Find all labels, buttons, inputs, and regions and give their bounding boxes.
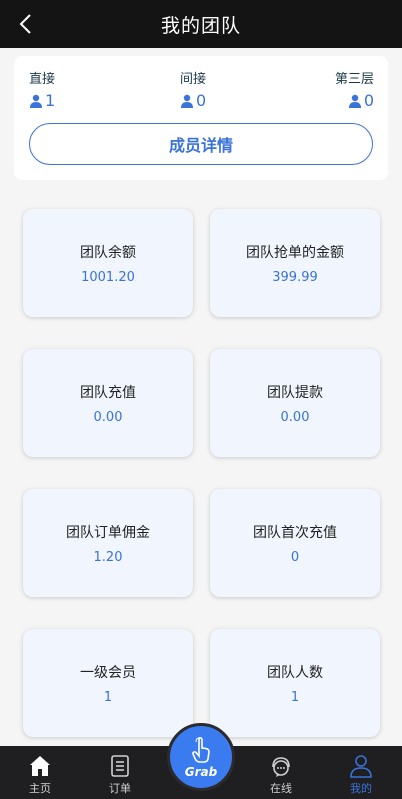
tab-mine-label: 我的 xyxy=(350,782,372,795)
stat-direct-label: 直接 xyxy=(29,72,56,87)
stat-indirect: 间接 0 xyxy=(180,68,206,110)
tab-orders[interactable]: 订单 xyxy=(90,746,150,799)
person-icon xyxy=(348,94,361,108)
order-list-icon xyxy=(111,755,129,777)
card-label: 团队充值 xyxy=(80,384,136,401)
card-team-balance: 团队余额 1001.20 xyxy=(23,209,193,317)
stat-direct: 直接 1 xyxy=(29,68,55,110)
home-icon xyxy=(30,756,50,776)
card-value: 1.20 xyxy=(93,549,123,565)
card-label: 团队余额 xyxy=(80,244,136,261)
card-label: 团队人数 xyxy=(267,664,323,681)
stat-third-value: 0 xyxy=(363,91,374,110)
card-team-withdraw: 团队提款 0.00 xyxy=(210,349,380,457)
grab-label: Grab xyxy=(184,764,218,779)
card-value: 0.00 xyxy=(93,409,123,425)
headset-chat-icon xyxy=(272,757,290,777)
back-arrow-icon[interactable] xyxy=(14,12,38,36)
card-value: 0.00 xyxy=(280,409,310,425)
tap-hand-icon xyxy=(192,736,210,763)
card-label: 团队提款 xyxy=(267,384,323,401)
grab-order-button[interactable]: Grab xyxy=(167,723,235,791)
card-value: 0 xyxy=(290,549,300,565)
team-summary-panel: 直接 1 间接 0 第三层 0 成员详情 xyxy=(14,56,388,180)
card-team-first-recharge: 团队首次充值 0 xyxy=(210,489,380,597)
card-team-size: 团队人数 1 xyxy=(210,629,380,737)
card-value: 1 xyxy=(103,689,113,705)
stat-indirect-label: 间接 xyxy=(180,72,207,87)
tab-mine[interactable]: 我的 xyxy=(331,746,391,799)
card-value: 1 xyxy=(290,689,300,705)
card-label: 团队抢单的金额 xyxy=(246,244,344,261)
stat-indirect-value: 0 xyxy=(196,91,207,110)
card-label: 一级会员 xyxy=(80,664,136,681)
card-team-commission: 团队订单佣金 1.20 xyxy=(23,489,193,597)
person-icon xyxy=(181,94,193,108)
tab-home[interactable]: 主页 xyxy=(10,746,70,799)
stat-third-label: 第三层 xyxy=(334,72,374,87)
card-value: 1001.20 xyxy=(81,269,135,285)
stat-direct-value: 1 xyxy=(45,91,56,110)
tab-online[interactable]: 在线 xyxy=(251,746,311,799)
member-details-button[interactable]: 成员详情 xyxy=(29,123,373,165)
card-value: 399.99 xyxy=(272,269,318,285)
tab-home-label: 主页 xyxy=(29,782,51,795)
header-bar: 我的团队 xyxy=(0,0,402,48)
card-team-recharge: 团队充值 0.00 xyxy=(23,349,193,457)
page-title: 我的团队 xyxy=(160,14,241,37)
user-profile-icon xyxy=(350,755,372,778)
card-level1-members: 一级会员 1 xyxy=(23,629,193,737)
stat-third-level: 第三层 0 xyxy=(335,68,374,110)
card-label: 团队订单佣金 xyxy=(66,524,150,541)
card-team-grab-amount: 团队抢单的金额 399.99 xyxy=(210,209,380,317)
tab-orders-label: 订单 xyxy=(109,782,131,795)
tab-online-label: 在线 xyxy=(270,782,292,795)
person-icon xyxy=(30,94,42,108)
card-label: 团队首次充值 xyxy=(253,524,337,541)
